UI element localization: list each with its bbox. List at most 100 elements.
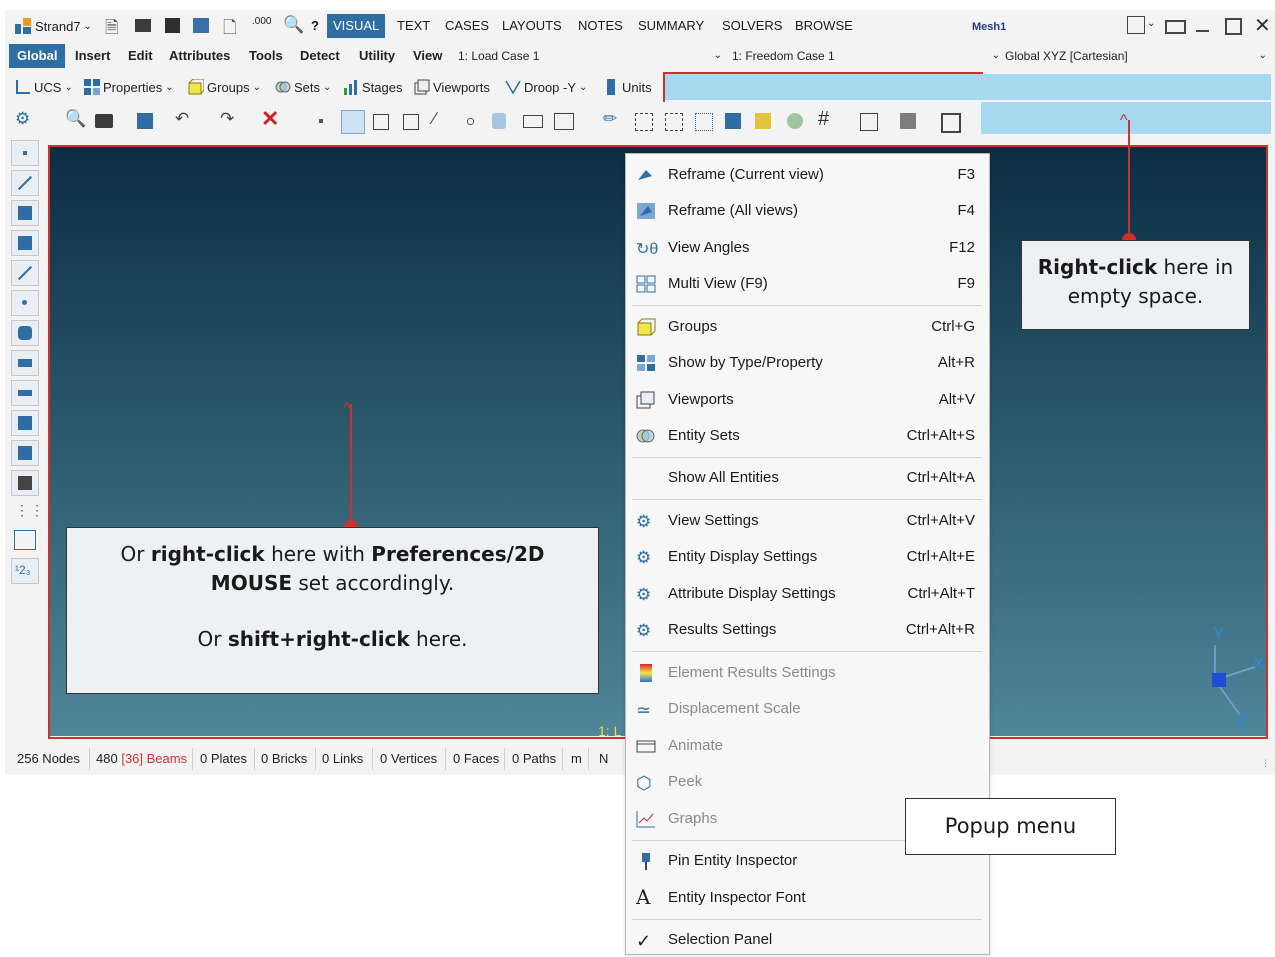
close-icon[interactable]: ✕ [1254, 13, 1271, 38]
plate-mode-icon[interactable] [373, 114, 389, 130]
chevron-down-icon[interactable]: ⌄ [1147, 18, 1155, 29]
stages-button[interactable]: Stages [343, 79, 402, 95]
menu-item-animate[interactable]: Animate [626, 729, 989, 763]
window-select-icon[interactable] [554, 113, 574, 130]
freedom-case-select[interactable]: 1: Freedom Case 1 ⌄ [732, 46, 1000, 66]
units-button[interactable]: Units [603, 79, 652, 95]
menu-item-show-all[interactable]: Show All Entities Ctrl+Alt+A [626, 461, 989, 495]
new-file-icon[interactable]: 🗎 [105, 15, 119, 44]
vertex-mode-icon[interactable] [467, 118, 474, 125]
save-icon[interactable] [165, 18, 180, 33]
menu-item-peek[interactable]: ⬡ Peek [626, 765, 989, 799]
delete-icon[interactable]: ✕ [261, 106, 279, 132]
menu-attributes[interactable]: Attributes [169, 44, 230, 68]
menu-item-attribute-display[interactable]: ⚙ Attribute Display Settings Ctrl+Alt+T [626, 577, 989, 611]
numbering-tool[interactable]: ¹2₃ [11, 558, 39, 584]
groups-button[interactable]: Groups ⌄ [188, 79, 261, 95]
maximize-icon[interactable] [1225, 18, 1242, 35]
open-folder-icon[interactable] [135, 19, 151, 32]
copy-icon[interactable] [860, 113, 878, 131]
pencil-icon[interactable]: ✏ [603, 109, 617, 129]
load-case-select[interactable]: 1: Load Case 1 ⌄ [458, 46, 722, 66]
menu-item-inspector-font[interactable]: A Entity Inspector Font [626, 881, 989, 915]
hash-icon[interactable]: # [818, 108, 829, 131]
print-preview-icon[interactable]: 🔍 [283, 15, 304, 35]
tab-notes[interactable]: NOTES [572, 14, 629, 38]
menu-item-selection-panel[interactable]: ✓ Selection Panel [626, 923, 989, 957]
menu-item-entity-display[interactable]: ⚙ Entity Display Settings Ctrl+Alt+E [626, 540, 989, 574]
app-logo[interactable]: Strand7 ⌄ [15, 16, 92, 36]
vertical-align-tool[interactable] [11, 440, 39, 466]
rectangle-icon[interactable] [523, 115, 543, 128]
vertical-panel-tool[interactable] [11, 350, 39, 376]
node-mode-icon[interactable] [319, 119, 323, 123]
split-view-icon[interactable] [14, 530, 36, 550]
vertical-link-tool[interactable] [11, 260, 39, 286]
select-grid-icon[interactable] [725, 113, 741, 129]
menu-item-viewports[interactable]: Viewports Alt+V [626, 383, 989, 417]
sets-button[interactable]: Sets ⌄ [275, 79, 331, 95]
grid-icon[interactable] [137, 113, 153, 129]
status-unit-length[interactable]: m [571, 751, 582, 766]
status-unit-force[interactable]: N [599, 751, 608, 766]
camera-icon[interactable] [95, 114, 113, 128]
binoculars-icon[interactable]: 🔍 [65, 109, 86, 129]
menu-item-entity-sets[interactable]: Entity Sets Ctrl+Alt+S [626, 419, 989, 453]
menu-item-reframe-all[interactable]: Reframe (All views) F4 [626, 194, 989, 228]
menu-item-view-settings[interactable]: ⚙ View Settings Ctrl+Alt+V [626, 504, 989, 538]
layout-toggle-icon[interactable] [1127, 16, 1145, 34]
tab-visual[interactable]: VISUAL [327, 14, 386, 38]
menu-detect[interactable]: Detect [300, 44, 340, 68]
resize-grip-icon[interactable]: ⋮ [1261, 758, 1270, 769]
windows-icon[interactable] [941, 113, 961, 133]
coordinate-system-select[interactable]: Global XYZ [Cartesian] ⌄ [1005, 46, 1267, 66]
vertical-monitor-tool[interactable] [11, 470, 39, 496]
cylinder-icon[interactable] [492, 113, 506, 129]
menu-insert[interactable]: Insert [75, 44, 110, 68]
minimize-icon[interactable] [1196, 30, 1209, 32]
viewports-button[interactable]: Viewports [414, 79, 490, 95]
vertical-arrow-tool[interactable] [11, 380, 39, 406]
vertical-move-tool[interactable] [11, 410, 39, 436]
menu-edit[interactable]: Edit [128, 44, 153, 68]
precision-icon[interactable]: .000 [252, 16, 271, 27]
menu-item-element-results[interactable]: Element Results Settings [626, 656, 989, 690]
link-mode-icon[interactable]: ∕ [433, 109, 436, 129]
vertical-vertex-tool[interactable] [11, 290, 39, 316]
menu-tools[interactable]: Tools [249, 44, 283, 68]
menu-item-groups[interactable]: Groups Ctrl+G [626, 310, 989, 344]
redo-icon[interactable]: ↷ [220, 109, 234, 129]
menu-global[interactable]: Global [9, 44, 66, 68]
vertical-beam-tool[interactable] [11, 170, 39, 196]
tab-browse[interactable]: BROWSE [789, 14, 859, 38]
select-box-icon[interactable] [635, 113, 653, 131]
restore-icon[interactable] [1165, 20, 1186, 34]
beam-mode-icon[interactable] [341, 110, 365, 134]
vertical-plate-tool[interactable] [11, 200, 39, 226]
select-tree-icon[interactable] [755, 113, 771, 129]
menu-item-reframe-current[interactable]: Reframe (Current view) F3 [626, 158, 989, 192]
tab-solvers[interactable]: SOLVERS [716, 14, 788, 38]
tab-summary[interactable]: SUMMARY [632, 14, 710, 38]
ucs-button[interactable]: UCS ⌄ [15, 79, 73, 95]
undo-icon[interactable]: ↶ [175, 109, 189, 129]
layers-icon[interactable] [900, 113, 916, 129]
select-poly-icon[interactable] [665, 113, 683, 131]
menu-item-multi-view[interactable]: Multi View (F9) F9 [626, 267, 989, 301]
menu-item-results-settings[interactable]: ⚙ Results Settings Ctrl+Alt+R [626, 613, 989, 647]
document-icon[interactable]: 🗋 [223, 15, 237, 44]
tab-text[interactable]: TEXT [391, 14, 436, 38]
vertical-node-tool[interactable] [11, 140, 39, 166]
menu-item-view-angles[interactable]: ↻θ View Angles F12 [626, 231, 989, 265]
help-icon[interactable]: ? [311, 18, 319, 33]
tab-cases[interactable]: CASES [439, 14, 495, 38]
tab-layouts[interactable]: LAYOUTS [496, 14, 568, 38]
vertical-cylinder-tool[interactable] [11, 320, 39, 346]
droop-button[interactable]: Droop -Y ⌄ [505, 79, 587, 95]
menu-utility[interactable]: Utility [359, 44, 395, 68]
brick-mode-icon[interactable] [403, 114, 419, 130]
menu-view[interactable]: View [413, 44, 442, 68]
save-as-icon[interactable] [193, 18, 209, 33]
menu-item-displacement-scale[interactable]: ≃ Displacement Scale [626, 692, 989, 726]
gear-icon[interactable]: ⚙ [15, 109, 30, 129]
